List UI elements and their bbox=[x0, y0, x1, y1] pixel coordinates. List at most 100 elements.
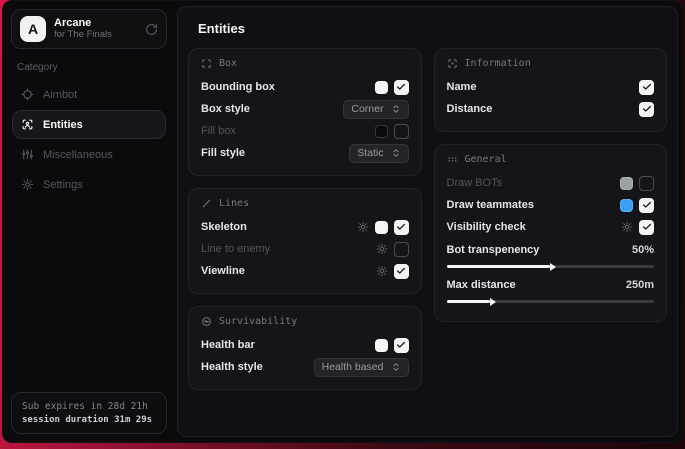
draw-bots-color-swatch[interactable] bbox=[620, 177, 633, 190]
lines-panel: Lines Skeleton bbox=[188, 188, 422, 294]
sliders-icon bbox=[21, 148, 34, 161]
refresh-icon[interactable] bbox=[145, 23, 158, 36]
health-bar-color-swatch[interactable] bbox=[375, 339, 388, 352]
sidebar-item-label: Settings bbox=[43, 179, 83, 191]
panel-title: Information bbox=[465, 58, 531, 69]
gear-icon[interactable] bbox=[376, 265, 388, 277]
max-distance-slider[interactable] bbox=[447, 300, 655, 303]
sidebar-item-miscellaneous[interactable]: Miscellaneous bbox=[12, 140, 166, 169]
box-style-value: Corner bbox=[351, 103, 383, 115]
scan-person-icon bbox=[21, 118, 34, 131]
bot-transparency-group: Bot transpenency 50% bbox=[447, 240, 655, 268]
sidebar-item-label: Entities bbox=[43, 119, 83, 131]
fill-style-value: Static bbox=[357, 147, 383, 159]
visibility-check-label: Visibility check bbox=[447, 221, 526, 233]
max-distance-value: 250m bbox=[626, 279, 654, 291]
name-row: Name bbox=[447, 76, 655, 98]
sidebar-item-label: Miscellaneous bbox=[43, 149, 113, 161]
check-icon bbox=[396, 82, 406, 92]
health-bar-row: Health bar bbox=[201, 334, 409, 356]
grid-dots-icon bbox=[447, 154, 458, 165]
health-bar-label: Health bar bbox=[201, 339, 255, 351]
panel-title: Survivability bbox=[219, 316, 297, 327]
gear-icon[interactable] bbox=[376, 243, 388, 255]
crosshair-icon bbox=[21, 88, 34, 101]
draw-teammates-row: Draw teammates bbox=[447, 194, 655, 216]
bounding-box-label: Bounding box bbox=[201, 81, 275, 93]
gear-icon[interactable] bbox=[357, 221, 369, 233]
distance-label: Distance bbox=[447, 103, 493, 115]
fill-box-color-swatch[interactable] bbox=[375, 125, 388, 138]
check-icon bbox=[642, 200, 652, 210]
max-distance-group: Max distance 250m bbox=[447, 275, 655, 303]
main-panel: Entities Box Bounding box bbox=[177, 6, 678, 437]
health-bar-checkbox[interactable] bbox=[394, 338, 409, 353]
app-window: A Arcane for The Finals Category Aimbot bbox=[2, 0, 684, 443]
skeleton-color-swatch[interactable] bbox=[375, 221, 388, 234]
max-distance-label: Max distance bbox=[447, 279, 516, 291]
bot-transparency-slider[interactable] bbox=[447, 265, 655, 268]
health-style-label: Health style bbox=[201, 361, 263, 373]
bounding-box-checkbox[interactable] bbox=[394, 80, 409, 95]
box-style-label: Box style bbox=[201, 103, 250, 115]
line-to-enemy-checkbox[interactable] bbox=[394, 242, 409, 257]
skeleton-checkbox[interactable] bbox=[394, 220, 409, 235]
right-column: Information Name Distance bbox=[434, 48, 668, 390]
slider-thumb[interactable] bbox=[490, 298, 496, 306]
fill-box-row: Fill box bbox=[201, 120, 409, 142]
sub-expiry-text: Sub expires in 28d 21h bbox=[22, 401, 156, 412]
fill-style-dropdown[interactable]: Static bbox=[349, 144, 408, 163]
gear-icon[interactable] bbox=[621, 221, 633, 233]
sidebar-item-entities[interactable]: Entities bbox=[12, 110, 166, 139]
bounding-box-row: Bounding box bbox=[201, 76, 409, 98]
check-icon bbox=[396, 266, 406, 276]
heart-pulse-icon bbox=[201, 316, 212, 327]
fill-box-checkbox[interactable] bbox=[394, 124, 409, 139]
check-icon bbox=[642, 82, 652, 92]
scan-info-icon bbox=[447, 58, 458, 69]
health-style-row: Health style Health based bbox=[201, 356, 409, 378]
subscription-card: Sub expires in 28d 21h session duration … bbox=[11, 392, 167, 434]
check-icon bbox=[396, 222, 406, 232]
distance-checkbox[interactable] bbox=[639, 102, 654, 117]
left-column: Box Bounding box Box bbox=[188, 48, 422, 390]
fill-style-row: Fill style Static bbox=[201, 142, 409, 164]
information-panel: Information Name Distance bbox=[434, 48, 668, 132]
check-icon bbox=[396, 340, 406, 350]
visibility-check-row: Visibility check bbox=[447, 216, 655, 238]
health-style-value: Health based bbox=[322, 361, 384, 373]
viewline-row: Viewline bbox=[201, 260, 409, 282]
main-area: Entities Box Bounding box bbox=[175, 1, 683, 442]
line-to-enemy-label: Line to enemy bbox=[201, 243, 270, 255]
brand-subtitle: for The Finals bbox=[54, 30, 137, 41]
box-style-dropdown[interactable]: Corner bbox=[343, 100, 408, 119]
line-diagonal-icon bbox=[201, 198, 212, 209]
panel-title: Box bbox=[219, 58, 237, 69]
page-title: Entities bbox=[198, 21, 667, 36]
name-checkbox[interactable] bbox=[639, 80, 654, 95]
slider-thumb[interactable] bbox=[550, 263, 556, 271]
line-to-enemy-row: Line to enemy bbox=[201, 238, 409, 260]
viewline-label: Viewline bbox=[201, 265, 245, 277]
visibility-check-checkbox[interactable] bbox=[639, 220, 654, 235]
brand-card: A Arcane for The Finals bbox=[11, 9, 167, 49]
panel-title: General bbox=[465, 154, 507, 165]
viewline-checkbox[interactable] bbox=[394, 264, 409, 279]
draw-teammates-color-swatch[interactable] bbox=[620, 199, 633, 212]
chevrons-up-down-icon bbox=[391, 148, 401, 158]
category-label: Category bbox=[17, 62, 161, 73]
panel-title: Lines bbox=[219, 198, 249, 209]
sidebar-item-aimbot[interactable]: Aimbot bbox=[12, 80, 166, 109]
brand-logo: A bbox=[20, 16, 46, 42]
sidebar-item-settings[interactable]: Settings bbox=[12, 170, 166, 199]
check-icon bbox=[642, 104, 652, 114]
general-panel: General Draw BOTs Draw teammates bbox=[434, 144, 668, 322]
fill-box-label: Fill box bbox=[201, 125, 236, 137]
scan-box-icon bbox=[201, 58, 212, 69]
draw-teammates-checkbox[interactable] bbox=[639, 198, 654, 213]
bot-transparency-value: 50% bbox=[632, 244, 654, 256]
bounding-box-color-swatch[interactable] bbox=[375, 81, 388, 94]
chevrons-up-down-icon bbox=[391, 104, 401, 114]
health-style-dropdown[interactable]: Health based bbox=[314, 358, 409, 377]
draw-bots-checkbox[interactable] bbox=[639, 176, 654, 191]
